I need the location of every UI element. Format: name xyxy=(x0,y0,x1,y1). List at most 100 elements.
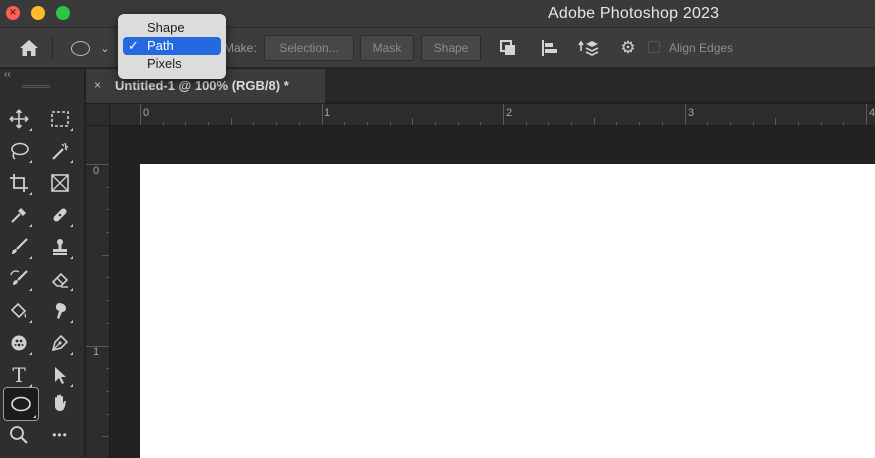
history-brush-tool[interactable] xyxy=(4,265,34,293)
ruler-label: 4 xyxy=(869,107,875,119)
eraser-tool[interactable] xyxy=(45,265,75,293)
type-icon: T xyxy=(12,363,26,387)
ruler-tick xyxy=(775,118,777,125)
eyedropper-icon xyxy=(11,208,26,223)
marquee-icon xyxy=(51,111,69,127)
hand-tool[interactable] xyxy=(45,389,75,417)
paint-bucket-icon xyxy=(10,302,27,319)
smudge-icon xyxy=(55,303,66,319)
ruler-label: 0 xyxy=(93,165,100,177)
ellipse-icon xyxy=(11,396,31,412)
ruler-label: 1 xyxy=(324,107,331,119)
mode-option-label: Shape xyxy=(147,20,185,35)
frame-tool[interactable] xyxy=(45,169,75,197)
window-maximize-button[interactable] xyxy=(56,6,70,20)
ruler-tick xyxy=(593,118,595,125)
align-edges-label: Align Edges xyxy=(669,41,734,55)
crop-tool[interactable] xyxy=(4,169,34,197)
mode-option-shape[interactable]: Shape xyxy=(123,19,221,37)
document-canvas[interactable] xyxy=(140,164,875,458)
ruler-tick xyxy=(684,104,686,125)
move-tool[interactable] xyxy=(4,105,34,133)
gear-icon[interactable]: ⚙ xyxy=(617,36,639,60)
mode-option-label: Path xyxy=(147,38,174,53)
ruler-label: 1 xyxy=(93,346,100,358)
ruler-tick xyxy=(102,436,109,438)
zoom-icon xyxy=(10,426,28,444)
ruler-tick xyxy=(503,104,504,125)
align-edges-checkbox[interactable] xyxy=(648,41,660,53)
panel-grip[interactable] xyxy=(22,85,50,88)
zoom-tool[interactable] xyxy=(4,421,34,449)
history-brush-icon xyxy=(10,270,28,285)
stamp-icon xyxy=(53,239,67,255)
app-title: Adobe Photoshop 2023 xyxy=(548,5,720,22)
smudge-tool[interactable] xyxy=(45,297,75,325)
eraser-icon xyxy=(51,272,69,288)
path-operations-icon[interactable] xyxy=(496,36,520,60)
move-icon xyxy=(9,109,29,129)
vertical-ruler[interactable]: 0 1 xyxy=(86,126,110,458)
ruler-tick xyxy=(230,118,232,125)
make-shape-button[interactable]: Shape xyxy=(421,35,481,61)
make-selection-button[interactable]: Selection... xyxy=(264,35,354,61)
chevron-down-icon[interactable]: ⌄ xyxy=(97,36,113,60)
ellipse-tool[interactable] xyxy=(3,387,39,421)
close-tab-icon[interactable]: × xyxy=(94,78,101,92)
eyedropper-tool[interactable] xyxy=(4,201,34,229)
path-alignment-icon[interactable] xyxy=(537,36,561,60)
more-icon: ••• xyxy=(52,428,68,442)
healing-brush-tool[interactable] xyxy=(45,201,75,229)
path-selection-tool[interactable] xyxy=(45,361,75,389)
ruler-tick xyxy=(412,118,414,125)
lasso-icon xyxy=(11,142,29,160)
clone-stamp-tool[interactable] xyxy=(45,233,75,261)
ruler-tick xyxy=(866,104,867,125)
pen-tool[interactable] xyxy=(45,329,75,357)
ellipse-icon xyxy=(70,40,90,56)
healing-icon xyxy=(53,208,67,222)
ruler-label: 2 xyxy=(506,107,513,119)
lasso-tool[interactable] xyxy=(4,137,34,165)
brush-tool[interactable] xyxy=(4,233,34,261)
tools-panel: ‹‹ T ••• xyxy=(0,69,85,458)
path-arrangement-icon[interactable] xyxy=(576,36,602,60)
frame-icon xyxy=(51,174,69,192)
path-selection-icon xyxy=(55,367,66,384)
type-tool[interactable]: T xyxy=(4,361,34,389)
home-icon[interactable] xyxy=(16,36,42,60)
magic-wand-icon xyxy=(52,142,68,160)
ruler-tick xyxy=(102,254,109,256)
dodge-icon xyxy=(11,335,27,351)
tool-preset-ellipse-icon[interactable] xyxy=(66,36,94,60)
ruler-label: 3 xyxy=(688,107,695,119)
close-glyph: × xyxy=(8,7,18,18)
make-mask-button[interactable]: Mask xyxy=(360,35,414,61)
window-minimize-button[interactable] xyxy=(31,6,45,20)
window-close-button[interactable]: × xyxy=(6,6,20,20)
tool-mode-dropdown: Shape ✓ Path Pixels xyxy=(118,14,226,79)
brush-icon xyxy=(12,238,28,254)
paint-bucket-tool[interactable] xyxy=(4,297,34,325)
marquee-tool[interactable] xyxy=(45,105,75,133)
canvas-workspace[interactable] xyxy=(110,126,875,458)
options-divider xyxy=(52,36,53,60)
document-tab-title: Untitled-1 @ 100% (RGB/8) * xyxy=(115,78,289,93)
ruler-tick xyxy=(140,104,141,125)
magic-wand-tool[interactable] xyxy=(45,137,75,165)
ruler-label: 0 xyxy=(143,107,150,119)
crop-icon xyxy=(10,174,28,192)
checkmark-icon: ✓ xyxy=(128,38,139,53)
mode-option-pixels[interactable]: Pixels xyxy=(123,55,221,73)
mode-option-label: Pixels xyxy=(147,56,182,71)
collapse-panel-icon[interactable]: ‹‹ xyxy=(4,69,11,80)
ruler-origin[interactable] xyxy=(86,104,110,126)
more-tools-button[interactable]: ••• xyxy=(45,421,75,449)
hand-icon xyxy=(55,394,66,411)
horizontal-ruler[interactable]: 0 1 2 3 4 xyxy=(110,104,875,126)
ruler-tick xyxy=(86,345,109,347)
mode-option-path[interactable]: ✓ Path xyxy=(123,37,221,55)
make-label: Make: xyxy=(224,41,257,55)
ruler-tick xyxy=(321,104,323,125)
dodge-tool[interactable] xyxy=(4,329,34,357)
